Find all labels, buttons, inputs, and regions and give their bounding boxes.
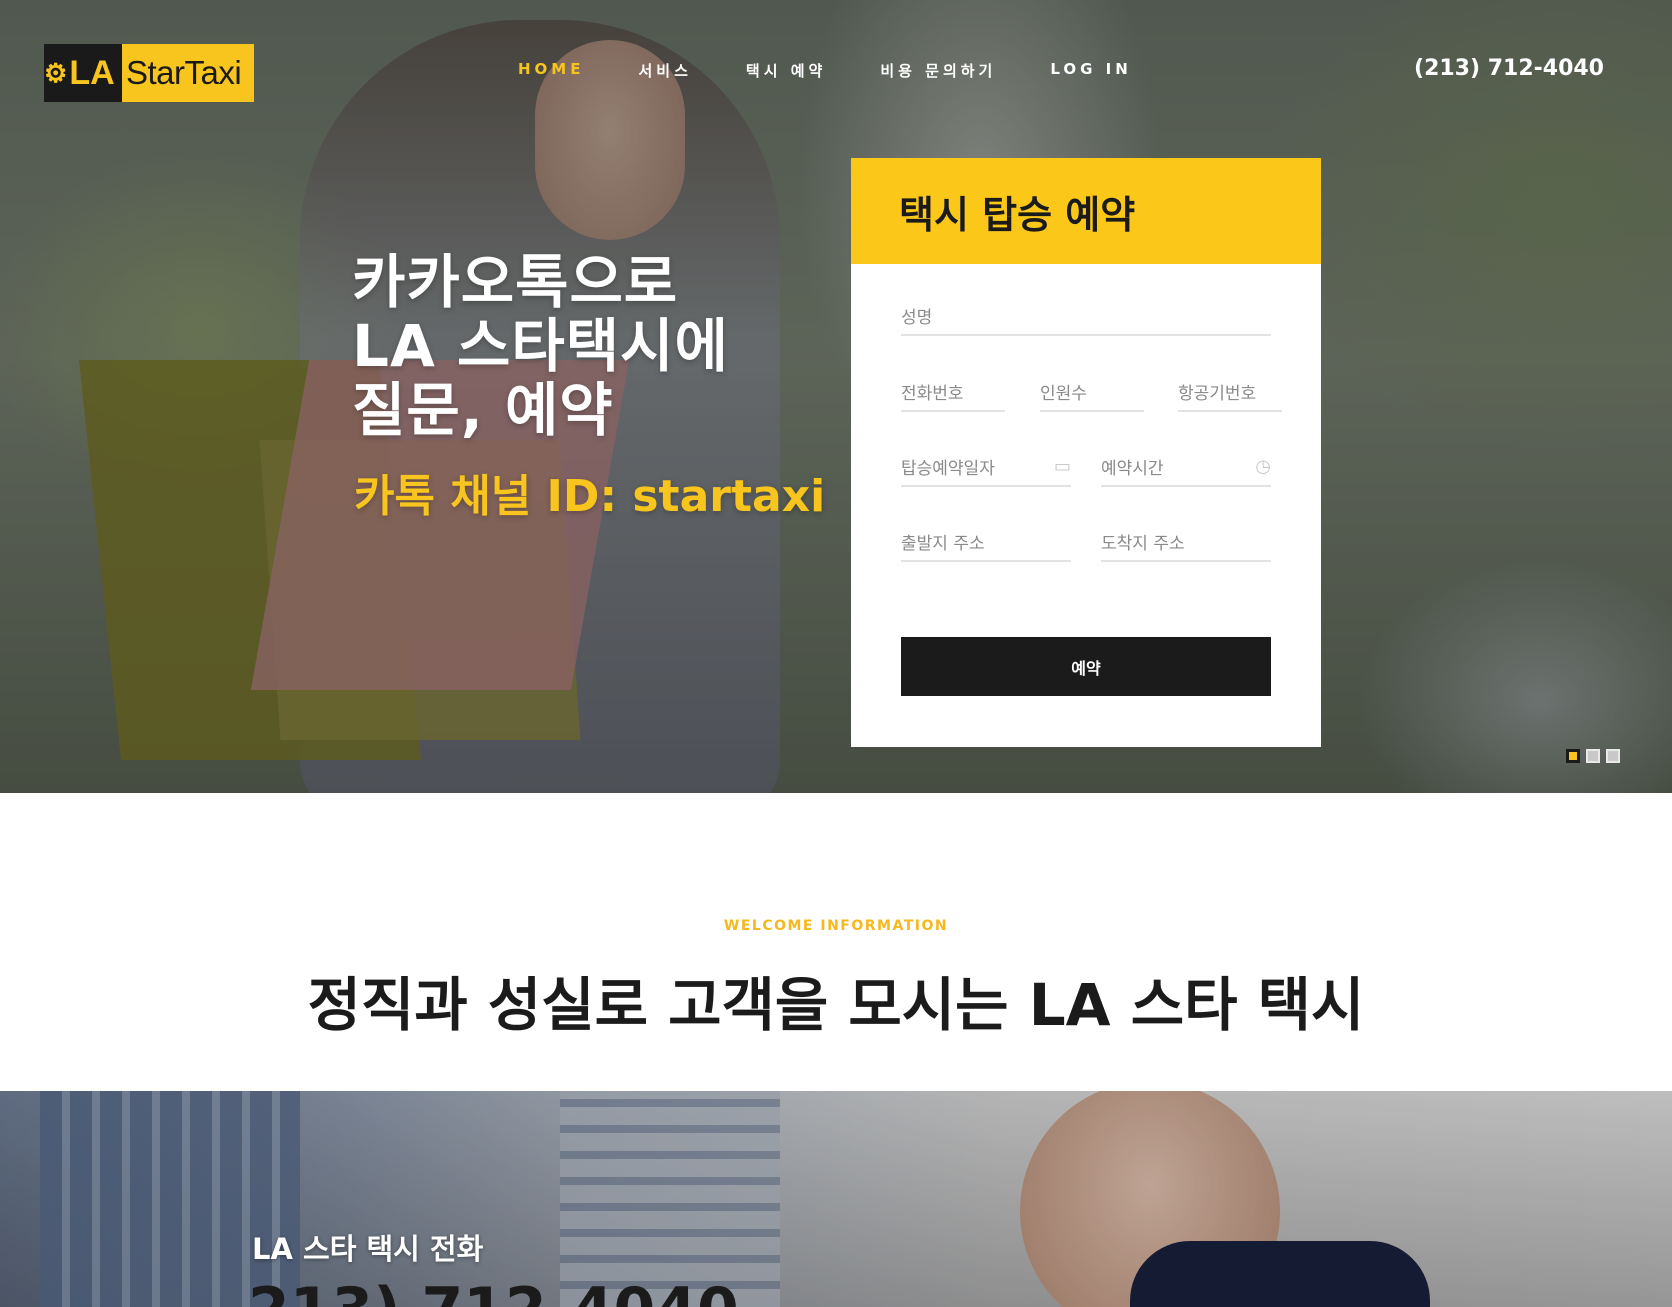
hero-title-line: 카카오톡으로	[352, 248, 679, 316]
nav-item-services[interactable]: 서비스	[638, 60, 691, 81]
hero-title-line: 질문, 예약	[352, 376, 614, 444]
flight-number-field-placeholder: 항공기번호	[1178, 383, 1257, 404]
date-field[interactable]: 탑승예약일자 ▭	[901, 447, 1071, 487]
date-field-placeholder: 탑승예약일자	[901, 458, 995, 479]
time-field-placeholder: 예약시간	[1101, 458, 1164, 479]
logo-name: StarTaxi	[122, 44, 254, 102]
people-count-field[interactable]: 인원수	[1040, 372, 1144, 412]
logo-mark-text: LA	[69, 53, 115, 92]
hero-section: ⚙ LA StarTaxi HOME 서비스 택시 예약 비용 문의하기 LOG…	[0, 0, 1672, 793]
main-nav: HOME 서비스 택시 예약 비용 문의하기 LOG IN	[518, 60, 1186, 81]
pickup-address-placeholder: 출발지 주소	[901, 533, 985, 554]
name-field[interactable]: 성명	[901, 296, 1271, 336]
nav-item-login[interactable]: LOG IN	[1050, 60, 1131, 81]
header-phone[interactable]: (213) 712-4040	[1414, 56, 1604, 81]
hero-title: 카카오톡으로 LA 스타택시에 질문, 예약	[352, 250, 729, 442]
nav-item-pricing-inquiry[interactable]: 비용 문의하기	[880, 60, 996, 81]
flight-number-field[interactable]: 항공기번호	[1178, 372, 1282, 412]
logo-mark: ⚙ LA	[44, 44, 122, 102]
call-banner-label: LA 스타 택시 전화	[252, 1232, 484, 1266]
slider-dot[interactable]	[1586, 749, 1600, 763]
welcome-title: 정직과 성실로 고객을 모시는 LA 스타 택시	[307, 971, 1365, 1039]
site-logo[interactable]: ⚙ LA StarTaxi	[44, 44, 254, 102]
hero-overlay	[0, 0, 1672, 793]
call-banner-phone[interactable]: 213) 712-4040	[248, 1280, 739, 1307]
calendar-icon: ▭	[1053, 455, 1071, 477]
phone-field-placeholder: 전화번호	[901, 383, 964, 404]
slider-dot[interactable]	[1606, 749, 1620, 763]
people-count-field-placeholder: 인원수	[1040, 383, 1087, 404]
time-field[interactable]: 예약시간 ◷	[1101, 447, 1271, 487]
booking-form: 택시 탑승 예약 성명 전화번호 인원수 항공기번호 탑승예약일자 ▭ 예약시간…	[851, 158, 1321, 747]
book-button[interactable]: 예약	[901, 637, 1271, 696]
welcome-label: WELCOME INFORMATION	[723, 918, 949, 934]
nav-item-home[interactable]: HOME	[518, 60, 584, 81]
pickup-address-field[interactable]: 출발지 주소	[901, 522, 1071, 562]
hero-subtitle: 카톡 채널 ID: startaxi	[354, 471, 826, 522]
taxi-icon: ⚙	[44, 57, 68, 88]
name-field-placeholder: 성명	[901, 307, 933, 328]
destination-address-field[interactable]: 도착지 주소	[1101, 522, 1271, 562]
nav-item-taxi-booking[interactable]: 택시 예약	[746, 60, 826, 81]
clock-icon: ◷	[1255, 455, 1271, 477]
phone-field[interactable]: 전화번호	[901, 372, 1005, 412]
booking-form-title: 택시 탑승 예약	[851, 158, 1321, 264]
hero-title-line: LA 스타택시에	[352, 312, 729, 380]
slider-pagination	[1566, 749, 1626, 763]
slider-dot[interactable]	[1566, 749, 1580, 763]
destination-address-placeholder: 도착지 주소	[1101, 533, 1185, 554]
